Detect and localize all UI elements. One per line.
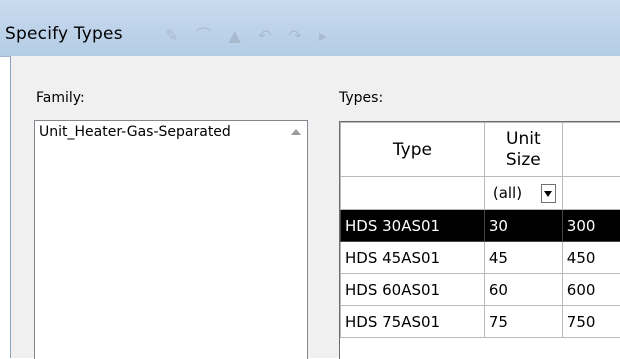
chevron-down-icon[interactable] <box>541 184 556 203</box>
title-bar[interactable]: Specify Types ✎ ⌒ ▲ ↶ ↷ ▸ <box>0 0 620 57</box>
column-header-type[interactable]: Type <box>341 123 485 177</box>
extra-cell[interactable]: 450 <box>562 242 620 274</box>
table-row[interactable]: HDS 60AS01 60 600 <box>341 274 620 306</box>
filter-dropdown[interactable]: (all) <box>484 177 562 210</box>
filter-cell-extra <box>562 177 620 210</box>
extra-cell[interactable]: 300 <box>562 210 620 242</box>
extra-cell[interactable]: 600 <box>562 274 620 306</box>
table-row[interactable]: HDS 45AS01 45 450 <box>341 242 620 274</box>
type-cell[interactable]: HDS 30AS01 <box>341 210 485 242</box>
toolbar-ghost-icons: ✎ ⌒ ▲ ↶ ↷ ▸ <box>165 22 333 44</box>
family-label: Family: <box>36 90 85 106</box>
scroll-up-arrow-icon[interactable] <box>291 129 301 135</box>
unit-size-cell[interactable]: 60 <box>484 274 562 306</box>
window-title: Specify Types <box>5 24 123 44</box>
column-header-extra[interactable] <box>562 123 620 177</box>
family-item[interactable]: Unit_Heater-Gas-Separated <box>39 124 231 140</box>
column-header-unit-size[interactable]: Unit Size <box>484 123 562 177</box>
type-cell[interactable]: HDS 75AS01 <box>341 306 485 338</box>
types-grid[interactable]: Type Unit Size (all) HDS 30AS01 30 300 H… <box>339 121 620 359</box>
type-cell[interactable]: HDS 45AS01 <box>341 242 485 274</box>
family-list[interactable]: Unit_Heater-Gas-Separated <box>34 120 308 359</box>
table-row[interactable]: HDS 30AS01 30 300 <box>341 210 620 242</box>
unit-size-cell[interactable]: 30 <box>484 210 562 242</box>
filter-value: (all) <box>493 184 522 202</box>
type-cell[interactable]: HDS 60AS01 <box>341 274 485 306</box>
table-row[interactable]: HDS 75AS01 75 750 <box>341 306 620 338</box>
unit-size-cell[interactable]: 45 <box>484 242 562 274</box>
filter-cell-type <box>341 177 485 210</box>
extra-cell[interactable]: 750 <box>562 306 620 338</box>
types-label: Types: <box>339 90 383 106</box>
unit-size-cell[interactable]: 75 <box>484 306 562 338</box>
